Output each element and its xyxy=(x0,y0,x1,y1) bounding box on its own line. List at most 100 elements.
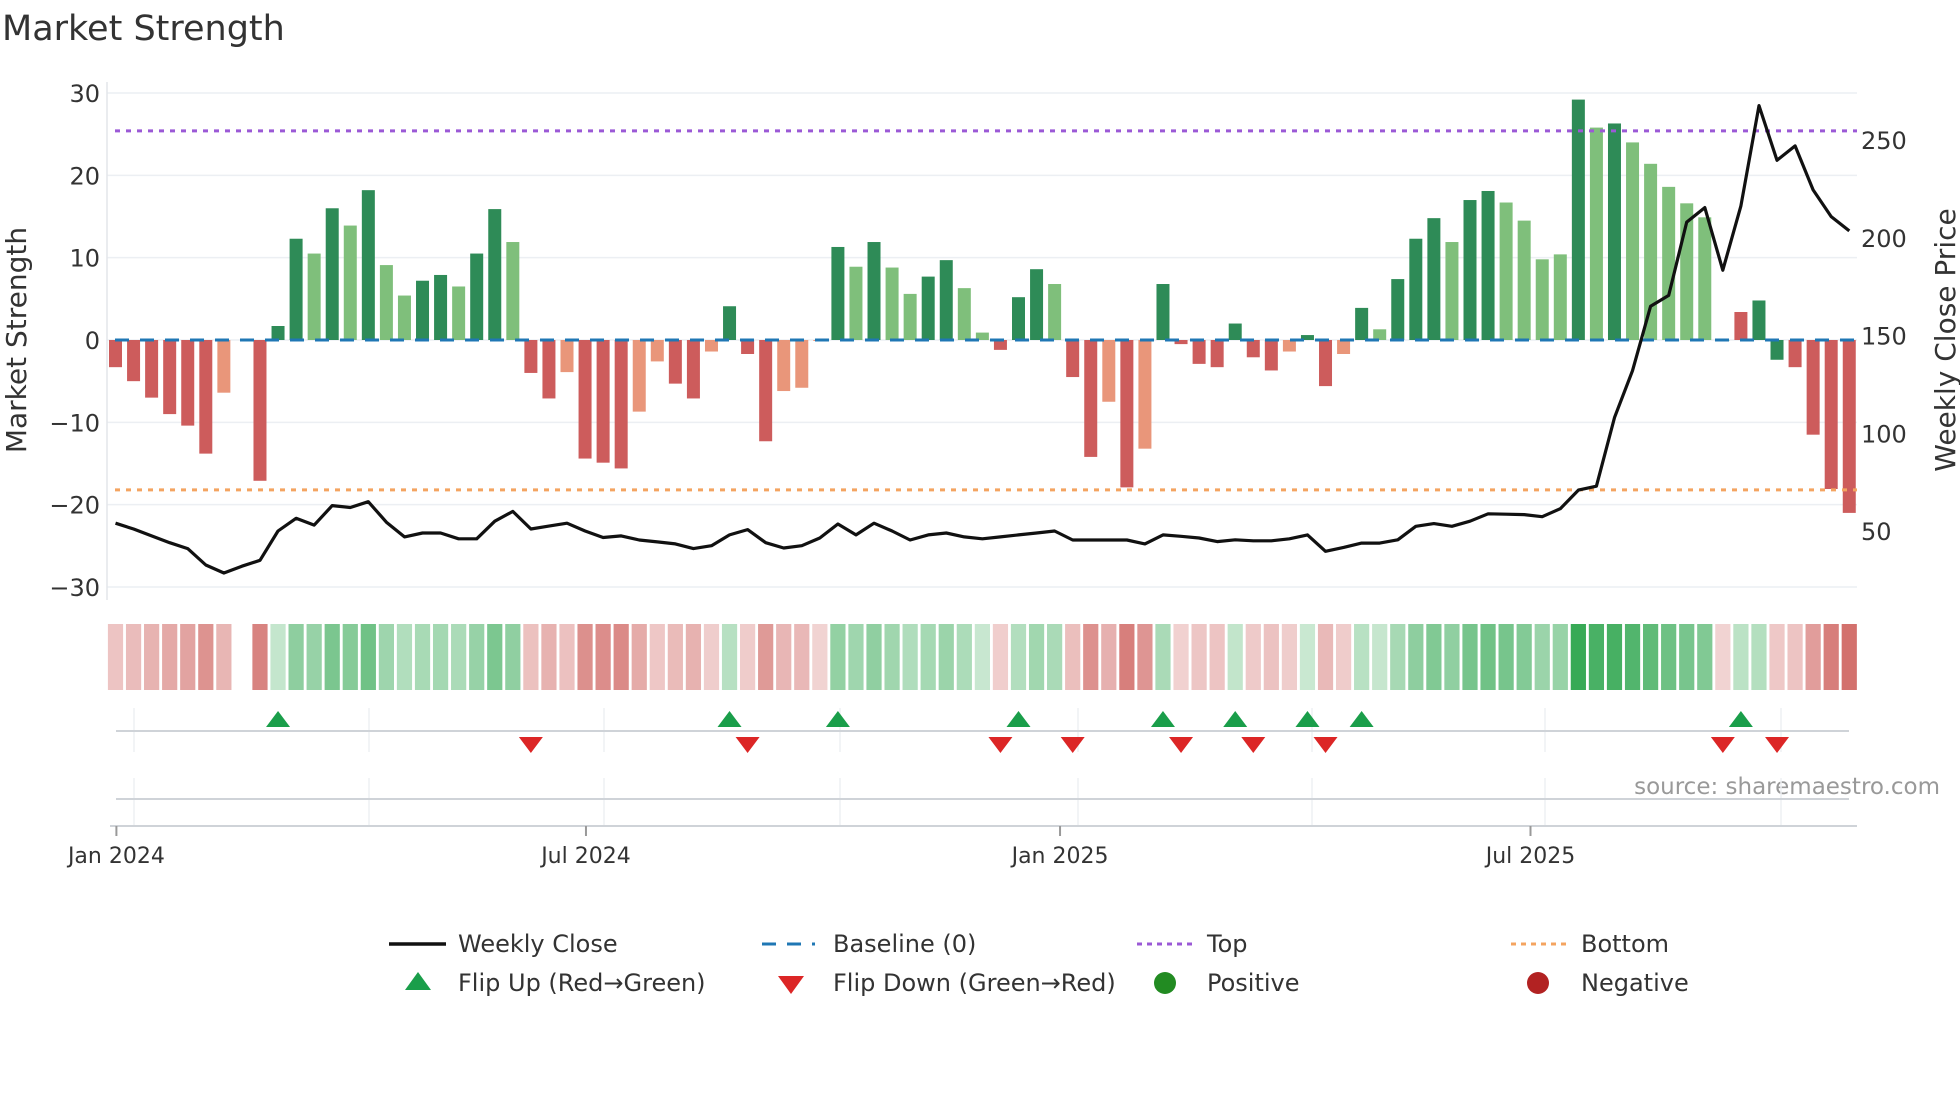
heat-cell xyxy=(1751,624,1767,690)
bar-positive xyxy=(1626,142,1640,340)
heat-cell xyxy=(1444,624,1460,690)
flip-markers-panel xyxy=(116,708,1849,826)
flip-down-marker xyxy=(988,737,1013,753)
bar-negative xyxy=(217,340,231,393)
bar-positive xyxy=(939,260,953,340)
bar-negative xyxy=(1264,340,1278,371)
heat-cell xyxy=(1245,624,1261,690)
bar-positive xyxy=(325,208,339,340)
heat-cell xyxy=(1408,624,1424,690)
bar-positive xyxy=(1373,329,1387,340)
heat-cell xyxy=(649,624,665,690)
bar-positive xyxy=(849,266,863,340)
flip-up-marker xyxy=(717,711,742,727)
heat-cell xyxy=(414,624,431,690)
x-tick-label: Jul 2025 xyxy=(1484,844,1576,869)
heat-cell xyxy=(703,624,720,690)
chart-title: Market Strength xyxy=(2,9,285,49)
flip-up-marker xyxy=(1006,711,1031,727)
heat-cell xyxy=(595,624,611,690)
y-tick-label: 30 xyxy=(69,80,100,108)
heat-cell xyxy=(974,624,990,690)
heat-cell xyxy=(432,624,449,690)
flip-down-marker xyxy=(735,737,760,753)
bar-negative xyxy=(686,340,700,399)
bar-positive xyxy=(1030,269,1044,340)
heat-cell xyxy=(1697,624,1713,690)
heat-cell xyxy=(1516,624,1532,690)
bar-negative xyxy=(253,340,267,481)
bar-positive xyxy=(1156,284,1170,340)
heat-cell xyxy=(1010,624,1027,690)
heat-cell xyxy=(1787,624,1803,690)
heat-cell xyxy=(1065,624,1081,690)
y2-tick-label: 50 xyxy=(1861,518,1892,546)
bar-positive xyxy=(416,280,430,340)
bar-negative xyxy=(741,340,755,354)
bar-negative xyxy=(524,340,538,373)
heat-cell xyxy=(776,624,792,690)
heat-cell xyxy=(541,624,557,690)
x-tick-label: Jul 2024 xyxy=(539,844,631,869)
bar-positive xyxy=(885,267,899,340)
y-tick-label: −10 xyxy=(49,409,100,437)
bar-positive xyxy=(361,190,375,340)
bar-negative xyxy=(632,340,646,412)
bar-positive xyxy=(1427,218,1441,340)
y2-axis-label: Weekly Close Price xyxy=(1929,208,1960,471)
flip-up-marker xyxy=(1349,711,1374,727)
flip-up-marker xyxy=(266,711,291,727)
bar-positive xyxy=(957,288,971,340)
x-tick-label: Jan 2025 xyxy=(1010,844,1109,869)
legend-top-label: Top xyxy=(1206,930,1248,958)
heat-cell xyxy=(1263,624,1279,690)
heat-cell xyxy=(451,624,467,690)
heat-cell xyxy=(252,624,268,690)
y-tick-label: 10 xyxy=(69,245,100,273)
bar-positive xyxy=(307,253,321,340)
bar-positive xyxy=(1355,307,1369,340)
bar-positive xyxy=(379,265,393,340)
heat-cell xyxy=(1317,624,1334,690)
bar-negative xyxy=(1246,340,1260,358)
bar-positive xyxy=(434,274,448,340)
legend-negative-dot-icon xyxy=(1527,972,1549,994)
bar-negative xyxy=(596,340,610,463)
heat-cell xyxy=(1209,624,1225,690)
heat-cell xyxy=(938,624,954,690)
heat-cell xyxy=(360,624,376,690)
bar-negative xyxy=(1066,340,1080,378)
bar-positive xyxy=(1391,279,1405,340)
bar-negative xyxy=(560,340,574,373)
y2-tick-label: 200 xyxy=(1861,225,1907,253)
heat-cell xyxy=(144,624,160,690)
strength-heat-strip xyxy=(107,624,1857,690)
heat-cell xyxy=(342,624,358,690)
bar-positive xyxy=(452,286,466,340)
legend-positive-label: Positive xyxy=(1207,969,1300,997)
heat-cell xyxy=(180,624,196,690)
heat-cell xyxy=(1661,624,1677,690)
bar-negative xyxy=(578,340,592,459)
flip-up-marker xyxy=(1295,711,1320,727)
heat-cell xyxy=(288,624,304,690)
heat-cell xyxy=(1227,624,1243,690)
bar-positive xyxy=(723,306,737,340)
heat-cell xyxy=(667,624,683,690)
heat-cell xyxy=(884,624,900,690)
heat-cell xyxy=(396,624,413,690)
flip-up-marker xyxy=(825,711,850,727)
heat-cell xyxy=(812,624,828,690)
bar-negative xyxy=(1806,340,1820,435)
bar-positive xyxy=(1012,297,1025,340)
heat-cell xyxy=(1588,624,1605,690)
bar-positive xyxy=(1589,127,1603,341)
bar-negative xyxy=(145,340,159,398)
bar-positive xyxy=(1409,238,1423,340)
bar-positive xyxy=(1571,99,1585,340)
heat-cell xyxy=(740,624,756,690)
heat-cell xyxy=(1841,624,1857,690)
y-tick-label: 0 xyxy=(85,327,100,355)
heat-cell xyxy=(1155,624,1171,690)
bar-negative xyxy=(1337,340,1351,354)
